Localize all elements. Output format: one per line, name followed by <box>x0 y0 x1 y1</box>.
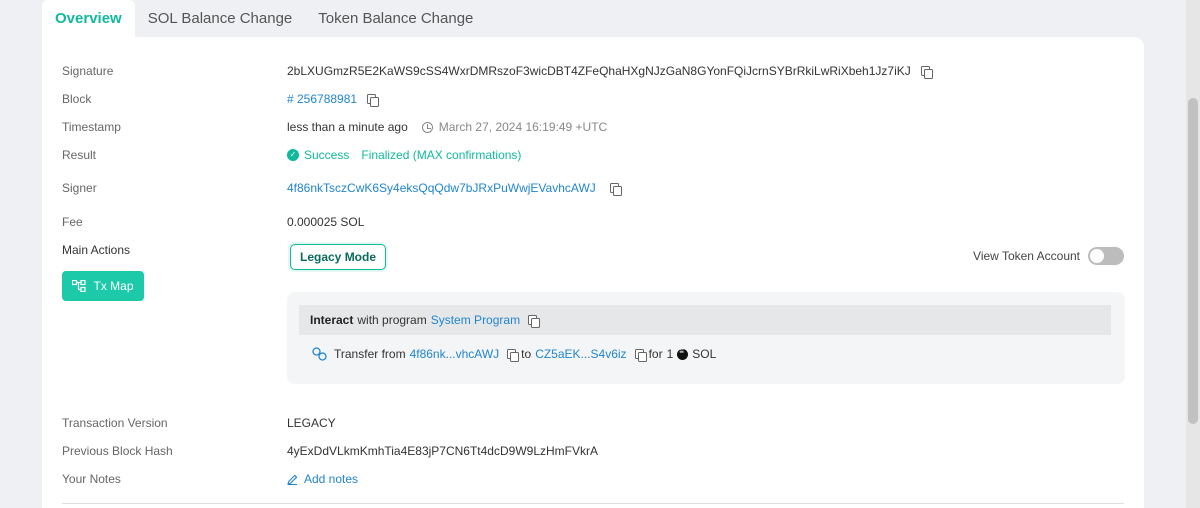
check-circle-icon: ✓ <box>287 149 299 161</box>
tab-bar: Overview SOL Balance Change Token Balanc… <box>42 0 486 37</box>
scrollbar-thumb[interactable] <box>1188 98 1198 424</box>
amount-value: 1 <box>666 347 674 361</box>
main-actions-row: Main Actions <box>62 240 1124 260</box>
clock-icon <box>421 121 433 133</box>
sol-token-icon <box>677 347 689 360</box>
tx-map-icon <box>72 280 87 292</box>
tx-version-label: Transaction Version <box>62 416 168 430</box>
signer-label: Signer <box>62 181 97 195</box>
signer-row: Signer 4f86nkTsczCwK6Sy4eksQqQdw7bJRxPuW… <box>62 178 1124 198</box>
status-badge: ✓ Success <box>287 148 349 162</box>
tx-map-button[interactable]: Tx Map <box>62 271 144 301</box>
view-token-account-label: View Token Account <box>973 249 1080 263</box>
tx-map-label: Tx Map <box>93 279 134 293</box>
fee-value: 0.000025 SOL <box>287 215 365 229</box>
fee-label: Fee <box>62 215 83 229</box>
signature-value: 2bLXUGmzR5E2KaWS9cSS4WxrDMRszoF3wicDBT4Z… <box>287 64 911 78</box>
tab-sol-balance-change[interactable]: SOL Balance Change <box>135 0 306 37</box>
notes-label: Your Notes <box>62 472 121 486</box>
copy-icon[interactable] <box>634 348 647 362</box>
copy-icon[interactable] <box>528 314 541 328</box>
edit-pencil-icon <box>287 474 298 485</box>
result-row: Result ✓ Success Finalized (MAX confirma… <box>62 145 1124 165</box>
main-actions-label: Main Actions <box>62 243 131 257</box>
interact-with-text: with program <box>357 313 427 327</box>
prev-hash-label: Previous Block Hash <box>62 444 173 458</box>
prev-hash-row: Previous Block Hash 4yExDdVLkmKmhTia4E83… <box>62 441 1124 461</box>
tx-version-value: LEGACY <box>287 416 336 430</box>
result-label: Result <box>62 148 97 162</box>
transfer-icon <box>312 347 327 361</box>
confirmations-text: Finalized (MAX confirmations) <box>361 148 522 162</box>
tab-overview[interactable]: Overview <box>42 0 135 37</box>
transfer-line: Transfer from 4f86nk...vhcAWJ to CZ5aEK.… <box>312 345 716 363</box>
copy-icon[interactable] <box>367 93 380 107</box>
timestamp-label: Timestamp <box>62 120 121 134</box>
transaction-overview-card: Signature 2bLXUGmzR5E2KaWS9cSS4WxrDMRszo… <box>42 37 1144 508</box>
notes-row: Your Notes Add notes <box>62 469 1124 489</box>
timestamp-relative: less than a minute ago <box>287 120 408 134</box>
signature-row: Signature 2bLXUGmzR5E2KaWS9cSS4WxrDMRszo… <box>62 61 1124 81</box>
prev-hash-value: 4yExDdVLkmKmhTia4E83jP7CN6Tt4dcD9W9LzHmF… <box>287 444 598 458</box>
program-link[interactable]: System Program <box>431 313 520 327</box>
timestamp-absolute: March 27, 2024 16:19:49 +UTC <box>438 120 608 134</box>
timestamp-row: Timestamp less than a minute ago March 2… <box>62 117 1124 137</box>
from-address-link[interactable]: 4f86nk...vhcAWJ <box>410 347 500 361</box>
interact-verb: Interact <box>310 313 354 327</box>
copy-icon[interactable] <box>920 65 933 79</box>
token-symbol: SOL <box>692 347 717 361</box>
block-link[interactable]: # 256788981 <box>287 92 357 106</box>
tab-token-balance-change[interactable]: Token Balance Change <box>305 0 486 37</box>
fee-row: Fee 0.000025 SOL <box>62 212 1124 232</box>
copy-icon[interactable] <box>609 182 622 196</box>
for-text: for <box>648 347 663 361</box>
add-notes-text: Add notes <box>304 472 359 486</box>
status-text: Success <box>304 148 350 162</box>
to-address-link[interactable]: CZ5aEK...S4v6iz <box>535 347 626 361</box>
instruction-panel: Interact with program System Program Tra… <box>287 292 1125 384</box>
add-notes-link[interactable]: Add notes <box>287 472 358 486</box>
to-text: to <box>521 347 532 361</box>
instruction-header: Interact with program System Program <box>299 305 1111 335</box>
view-token-account-toggle-group: View Token Account <box>973 247 1124 265</box>
signer-link[interactable]: 4f86nkTsczCwK6Sy4eksQqQdw7bJRxPuWwjEVavh… <box>287 181 596 195</box>
copy-icon[interactable] <box>507 348 520 362</box>
legacy-mode-button[interactable]: Legacy Mode <box>290 244 387 270</box>
divider <box>62 503 1124 504</box>
block-row: Block # 256788981 <box>62 89 1124 109</box>
tx-version-row: Transaction Version LEGACY <box>62 413 1124 433</box>
signature-label: Signature <box>62 64 114 78</box>
block-label: Block <box>62 92 92 106</box>
view-token-account-toggle[interactable] <box>1088 247 1124 265</box>
transfer-from-text: Transfer from <box>334 347 406 361</box>
